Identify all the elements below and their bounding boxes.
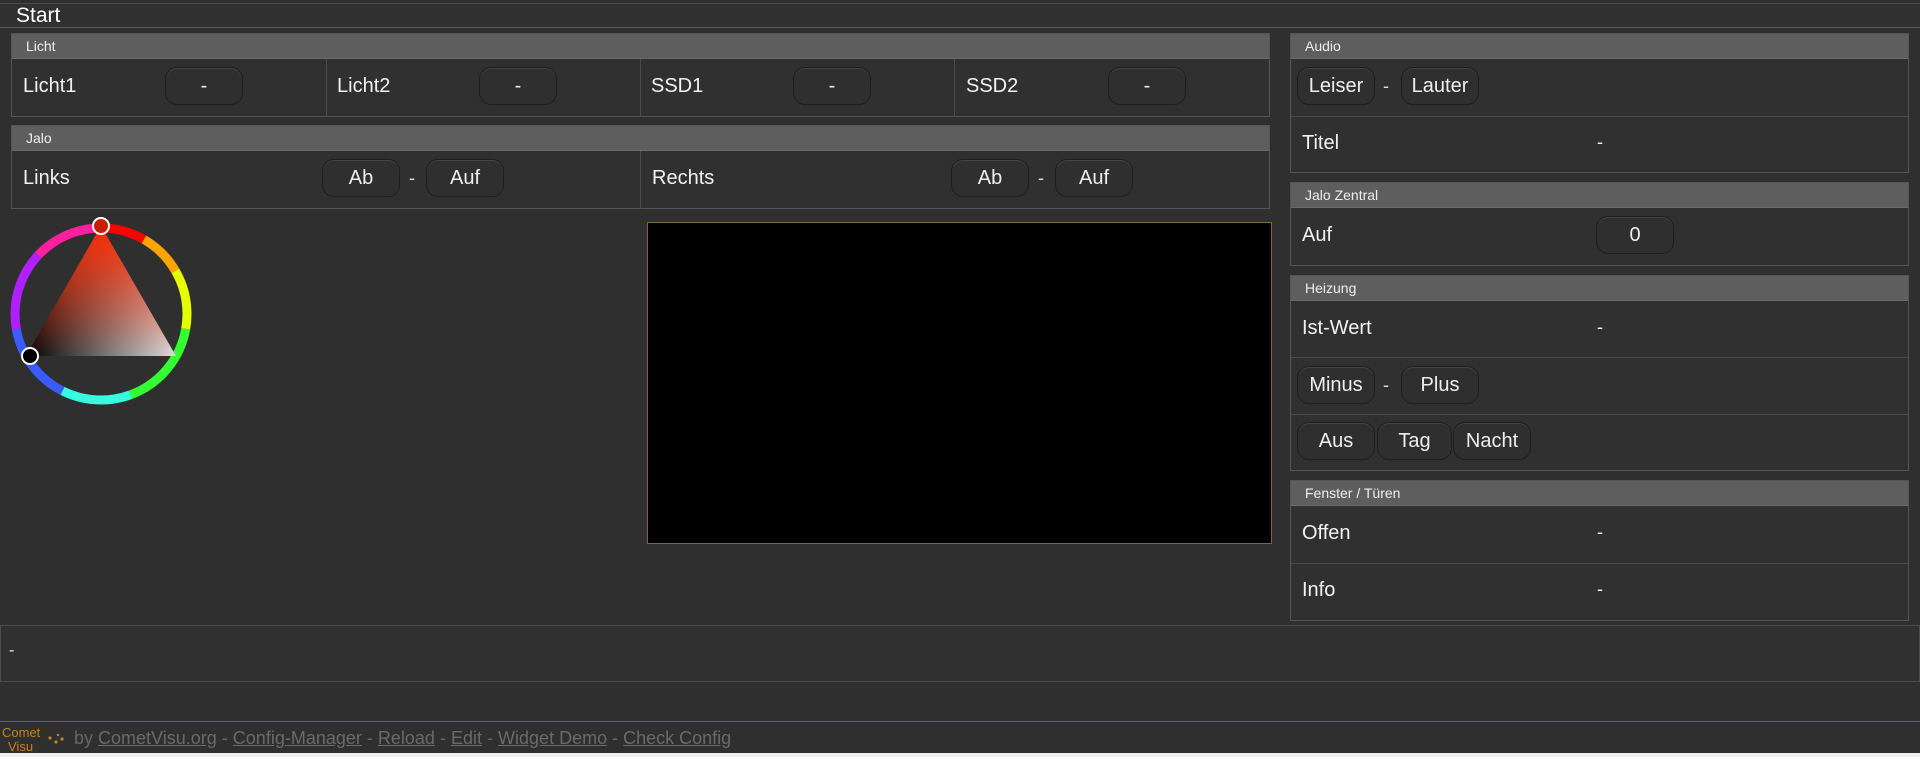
jalo-zentral-group: Jalo Zentral Auf 0 (1290, 182, 1909, 266)
licht1-label: Licht1 (23, 75, 77, 97)
ssd2-label: SSD2 (966, 75, 1019, 97)
saturation-handle[interactable] (21, 347, 39, 365)
divider (954, 59, 955, 117)
mode-aus-button[interactable]: Aus (1297, 422, 1375, 460)
status-bar: - (0, 625, 1920, 682)
jalo-rechts-ab-button[interactable]: Ab (951, 159, 1029, 197)
jalo-rechts-auf-button[interactable]: Auf (1055, 159, 1133, 197)
footer-link-edit[interactable]: Edit (451, 728, 482, 748)
color-picker-wheel[interactable] (6, 216, 198, 412)
licht2-label: Licht2 (337, 75, 391, 97)
jalo-links-label: Links (23, 167, 70, 189)
divider (1291, 116, 1908, 117)
divider (1291, 414, 1908, 415)
audio-group-header: Audio (1291, 34, 1908, 59)
ist-wert-value: - (1597, 317, 1603, 337)
footer: Comet Visu by CometVisu.org - Config-Man… (0, 721, 1920, 754)
divider (640, 151, 641, 209)
divider (1291, 357, 1908, 358)
divider (326, 59, 327, 117)
svg-text:Visu: Visu (8, 739, 33, 754)
fenster-group: Fenster / Türen Offen - Info - (1290, 480, 1909, 621)
divider (640, 59, 641, 117)
svg-text:Comet: Comet (2, 725, 41, 740)
jalo-rechts-label: Rechts (652, 167, 715, 189)
footer-by: by (74, 728, 94, 748)
plus-button[interactable]: Plus (1401, 366, 1479, 404)
video-panel (647, 222, 1272, 544)
licht-group: Licht Licht1 - Licht2 - SSD1 - SSD2 - (11, 33, 1270, 117)
jalo-zentral-value-button[interactable]: 0 (1596, 216, 1674, 254)
separator: - (409, 168, 415, 188)
jalo-zentral-group-header: Jalo Zentral (1291, 183, 1908, 208)
app-window: Start Licht Licht1 - Licht2 - SSD1 - SSD… (0, 0, 1920, 757)
ssd1-label: SSD1 (651, 75, 704, 97)
status-text: - (9, 642, 15, 659)
divider (1291, 563, 1908, 564)
titel-value: - (1597, 132, 1603, 152)
minus-button[interactable]: Minus (1297, 366, 1375, 404)
licht2-button[interactable]: - (479, 67, 557, 105)
licht-group-header: Licht (12, 34, 1269, 59)
separator: - (1383, 375, 1389, 395)
footer-link-config-manager[interactable]: Config-Manager (233, 728, 362, 748)
leiser-button[interactable]: Leiser (1297, 67, 1375, 105)
fenster-group-header: Fenster / Türen (1291, 481, 1908, 506)
heizung-group: Heizung Ist-Wert - Minus - Plus Aus Tag … (1290, 275, 1909, 471)
lauter-button[interactable]: Lauter (1401, 67, 1479, 105)
titel-label: Titel (1302, 132, 1340, 154)
separator: - (1383, 76, 1389, 96)
jalo-group-header: Jalo (12, 126, 1269, 151)
jalo-zentral-label: Auf (1302, 224, 1333, 246)
jalo-links-auf-button[interactable]: Auf (426, 159, 504, 197)
page-title-bar: Start (0, 3, 1920, 28)
ssd1-button[interactable]: - (793, 67, 871, 105)
ist-wert-label: Ist-Wert (1302, 317, 1372, 339)
separator: - (1038, 168, 1044, 188)
heizung-group-header: Heizung (1291, 276, 1908, 301)
jalo-links-ab-button[interactable]: Ab (322, 159, 400, 197)
jalo-group: Jalo Links Ab - Auf Rechts Ab - Auf (11, 125, 1270, 209)
cometvisu-logo: Comet Visu (2, 725, 64, 754)
mode-nacht-button[interactable]: Nacht (1453, 422, 1531, 460)
footer-link-reload[interactable]: Reload (378, 728, 435, 748)
page-bottom-strip (0, 753, 1920, 757)
mode-tag-button[interactable]: Tag (1377, 422, 1452, 460)
footer-link-check-config[interactable]: Check Config (623, 728, 731, 748)
page-title: Start (16, 4, 61, 27)
footer-link-cometvisu[interactable]: CometVisu.org (98, 728, 217, 748)
info-value: - (1597, 579, 1603, 599)
footer-link-widget-demo[interactable]: Widget Demo (498, 728, 607, 748)
info-label: Info (1302, 579, 1336, 601)
ssd2-button[interactable]: - (1108, 67, 1186, 105)
audio-group: Audio Leiser - Lauter Titel - (1290, 33, 1909, 173)
footer-links: by CometVisu.org - Config-Manager - Relo… (74, 728, 732, 748)
hue-handle[interactable] (92, 217, 110, 235)
offen-label: Offen (1302, 522, 1351, 544)
licht1-button[interactable]: - (165, 67, 243, 105)
offen-value: - (1597, 522, 1603, 542)
